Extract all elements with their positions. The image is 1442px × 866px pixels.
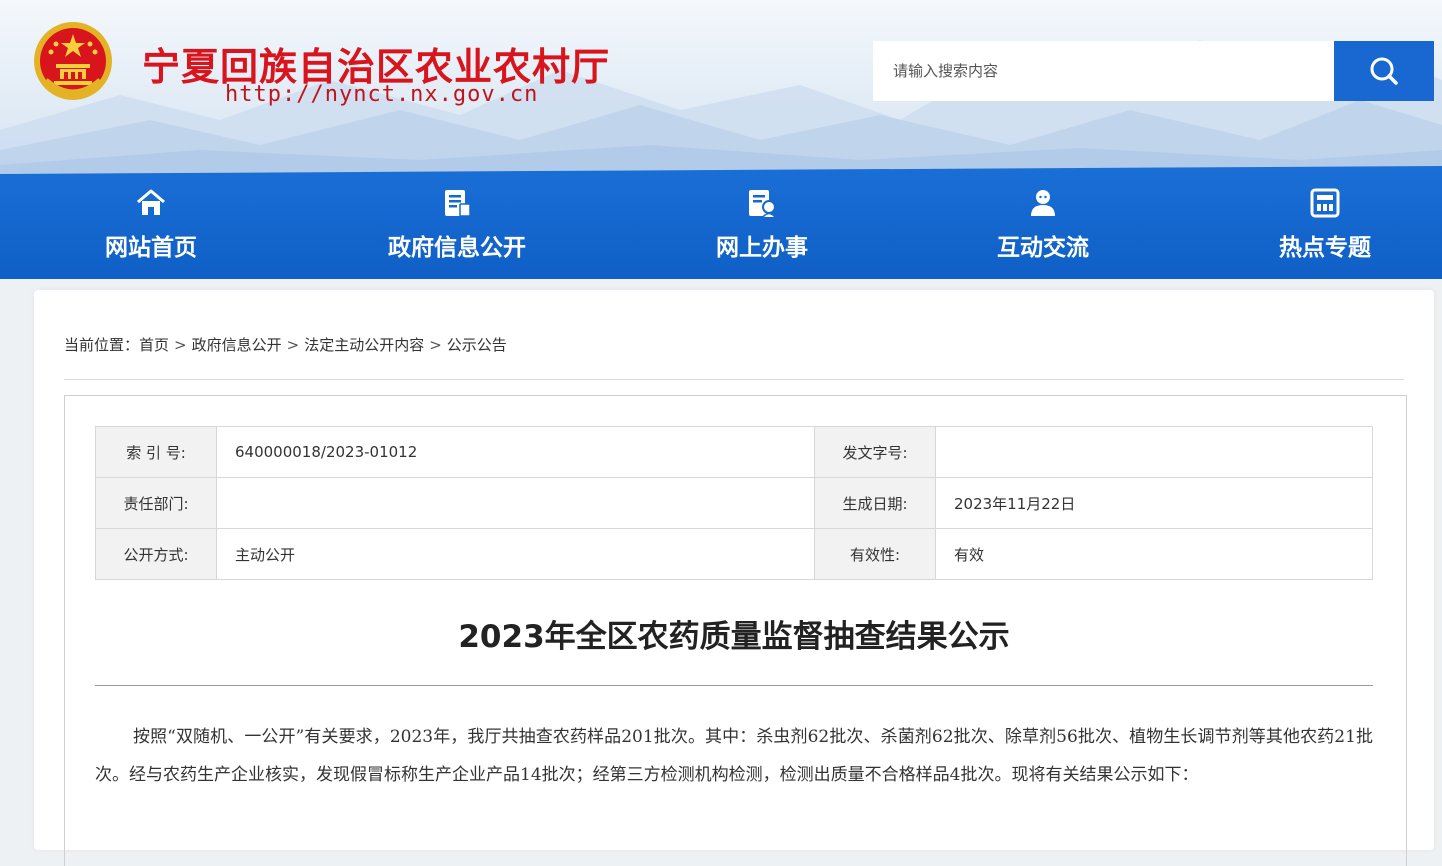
date-label: 生成日期: <box>814 477 936 529</box>
nav-label-hot-topics: 热点专题 <box>1279 235 1371 261</box>
nav-label-home: 网站首页 <box>105 235 197 261</box>
document-icon <box>445 190 471 217</box>
breadcrumb-gov-info[interactable]: 政府信息公开 <box>192 334 282 355</box>
breadcrumb-announcements[interactable]: 公示公告 <box>447 334 507 355</box>
nav-label-interaction: 互动交流 <box>997 235 1089 261</box>
nav-label-gov-info: 政府信息公开 <box>388 235 526 261</box>
title-divider <box>95 685 1373 686</box>
validity-value: 有效 <box>935 528 1373 580</box>
table-row: 责任部门: 生成日期: 2023年11月22日 <box>95 477 1373 529</box>
main-nav: 网站首页 政府信息公开 网上办事 互动交流 热点专题 <box>0 166 1442 279</box>
article-container: 索 引 号: 640000018/2023-01012 发文字号: 责任部门: … <box>64 395 1407 866</box>
breadcrumb-separator: > <box>286 336 300 354</box>
site-header: 宁夏回族自治区农业农村厅 http://nynct.nx.gov.cn <box>0 0 1442 175</box>
breadcrumb-separator: > <box>429 336 442 354</box>
date-value: 2023年11月22日 <box>935 477 1373 529</box>
service-icon <box>749 190 776 218</box>
user-chat-icon <box>1031 190 1055 216</box>
index-no-value: 640000018/2023-01012 <box>216 426 815 478</box>
validity-label: 有效性: <box>814 528 936 580</box>
nav-item-home[interactable]: 网站首页 <box>41 186 261 266</box>
breadcrumb-home[interactable]: 首页 <box>139 334 169 355</box>
nav-label-online-service: 网上办事 <box>716 235 808 261</box>
table-row: 公开方式: 主动公开 有效性: 有效 <box>95 528 1373 580</box>
article-paragraph: 按照“双随机、一公开”有关要求，2023年，我厅共抽查农药样品201批次。其中：… <box>95 727 1373 785</box>
content-card: 当前位置：首页 > 政府信息公开 > 法定主动公开内容 > 公示公告 索 引 号: 6400… <box>34 290 1434 866</box>
search-button[interactable] <box>1334 41 1434 101</box>
nav-item-gov-info[interactable]: 政府信息公开 <box>347 186 567 266</box>
breadcrumb-divider <box>64 379 1404 380</box>
site-url: http://nynct.nx.gov.cn <box>225 82 539 107</box>
table-row: 索 引 号: 640000018/2023-01012 发文字号: <box>95 426 1373 478</box>
breadcrumb-prefix: 当前位置： <box>64 336 140 354</box>
doc-no-value <box>935 426 1373 478</box>
method-value: 主动公开 <box>216 528 815 580</box>
topic-icon <box>1310 188 1340 218</box>
dept-value <box>216 477 815 529</box>
index-no-label: 索 引 号: <box>95 426 217 478</box>
nav-item-interaction[interactable]: 互动交流 <box>933 186 1153 266</box>
nav-item-hot-topics[interactable]: 热点专题 <box>1215 186 1435 266</box>
search-input[interactable] <box>873 41 1334 101</box>
method-label: 公开方式: <box>95 528 217 580</box>
metadata-table: 索 引 号: 640000018/2023-01012 发文字号: 责任部门: … <box>95 426 1373 580</box>
home-icon <box>137 189 165 215</box>
national-emblem-icon <box>34 22 112 100</box>
article-title: 2023年全区农药质量监督抽查结果公示 <box>458 619 1010 655</box>
dept-label: 责任部门: <box>95 477 217 529</box>
search-icon <box>1370 57 1398 85</box>
breadcrumb: 当前位置：首页 > 政府信息公开 > 法定主动公开内容 > 公示公告 <box>64 334 507 355</box>
breadcrumb-separator: > <box>174 336 187 354</box>
doc-no-label: 发文字号: <box>814 426 936 478</box>
breadcrumb-legal-content[interactable]: 法定主动公开内容 <box>304 334 424 355</box>
nav-item-online-service[interactable]: 网上办事 <box>652 186 872 266</box>
